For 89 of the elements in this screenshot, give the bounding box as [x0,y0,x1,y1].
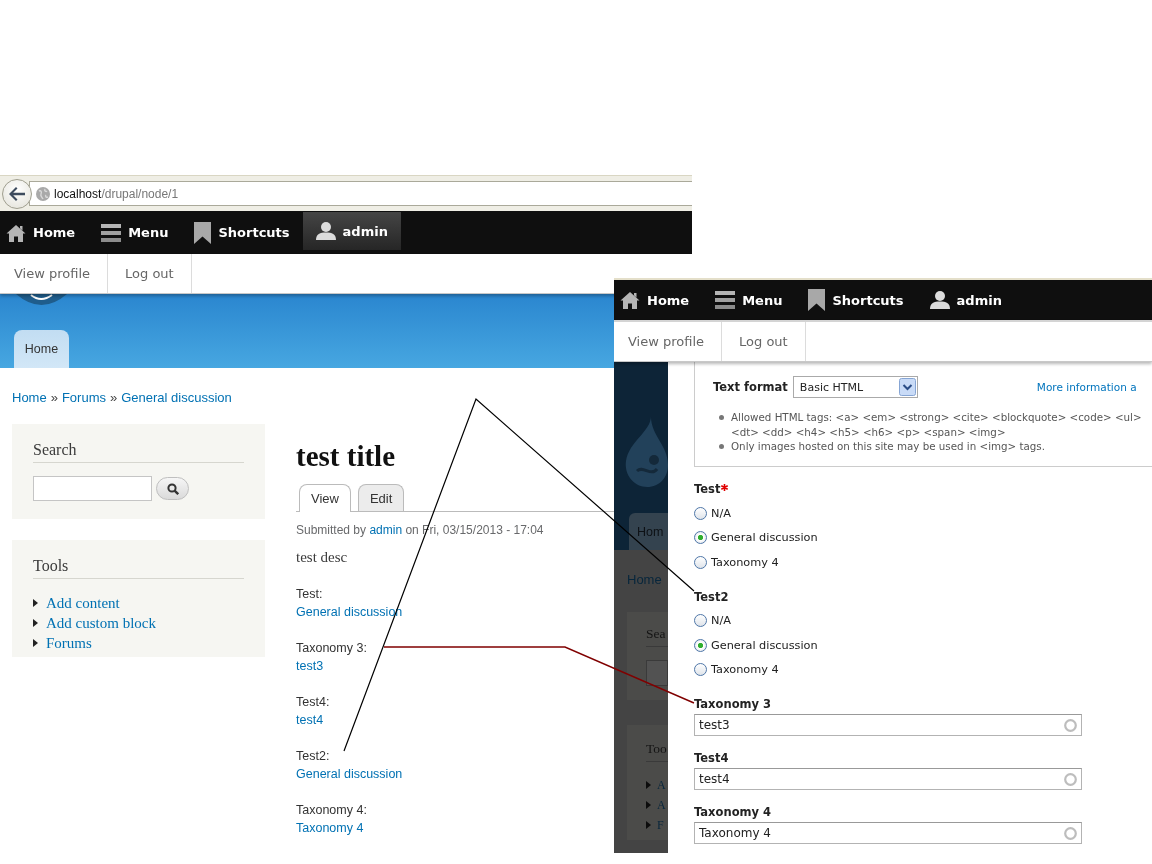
radio-button[interactable] [694,555,707,569]
toolbar-tab[interactable]: Menu [88,211,182,254]
field-value-link[interactable]: Taxonomy 4 [296,819,364,837]
user-icon [315,222,336,240]
bullet-icon [719,444,724,449]
nav-tab[interactable]: Home [14,330,69,368]
radio-button[interactable] [694,638,707,652]
field-value-link[interactable]: test4 [296,711,324,729]
toolbar-tab[interactable]: admin [302,212,401,250]
breadcrumb-link[interactable]: Home [12,390,47,405]
triangle-bullet-icon [646,801,651,809]
help-link[interactable]: More information a [1036,381,1137,393]
field-label: Test [694,482,721,496]
author-link[interactable]: admin [369,523,403,537]
tab[interactable]: View [299,484,351,512]
sidebar-link[interactable]: Add custom block [46,613,156,633]
breadcrumb-link[interactable]: General discussion [121,390,232,405]
format-tip-text: Allowed HTML tags: <a> <em> <strong> <cite> <blockquote> <code> <ul> [731,410,1142,425]
radio-label: General discussion [711,531,818,545]
autocomplete-field[interactable]: test4 [694,768,1082,790]
globe-icon [36,186,50,201]
field-label: Taxonomy 4 [694,805,771,819]
breadcrumb-separator: » [110,390,118,405]
sidebar-link[interactable]: Add content [46,593,120,613]
tab[interactable]: Edit [357,484,405,511]
radio-label: N/A [711,506,731,520]
field-label: Test4: [296,694,330,711]
search-field[interactable] [646,660,668,686]
bullet-icon [719,415,724,420]
radio-button[interactable] [694,614,707,628]
bookmark-icon [808,289,826,311]
format-tip-text: <dt> <dd> <h4> <h5> <h6> <p> <span> <img> [731,424,1007,439]
toolbar-tab[interactable]: admin [916,280,1015,320]
field-value-link[interactable]: test3 [296,657,324,675]
tray-link[interactable]: View profile [614,322,723,361]
ring-icon [1064,772,1077,786]
field-label: Taxonomy 3 [694,697,771,711]
sidebar-link[interactable]: Forums [46,633,92,653]
autocomplete-field[interactable]: Taxonomy 4 [694,822,1082,844]
triangle-bullet-icon [33,619,38,627]
format-tip-text: Only images hosted on this site may be used in <img> tags. [731,439,1045,454]
breadcrumb-link[interactable]: Forums [61,390,106,405]
radio-label: General discussion [711,638,818,652]
triangle-bullet-icon [33,599,38,607]
ring-icon [1064,718,1077,732]
toolbar-tab[interactable]: Shortcuts [181,211,303,254]
toolbar-tab[interactable]: Shortcuts [795,280,917,320]
breadcrumb-separator: » [50,390,58,405]
toolbar-tab[interactable]: Menu [702,280,796,320]
back-button[interactable] [2,178,32,209]
field-label: Test4 [694,751,729,765]
block-title: Search [33,441,244,463]
format-select[interactable]: Basic HTML [792,376,918,398]
radio-label: Taxonomy 4 [711,555,779,569]
bookmark-icon [194,221,212,244]
toolbar-tab[interactable]: Home [614,280,703,320]
triangle-bullet-icon [33,639,38,647]
tray-link[interactable]: Log out [108,254,192,293]
user-icon [929,291,950,309]
field-label: Taxonomy 3: [296,640,367,657]
field-value-link[interactable]: General discussion [296,765,403,783]
home-icon [620,291,640,309]
radio-button[interactable] [694,506,707,520]
radio-button[interactable] [694,531,707,545]
menu-icon [715,291,736,309]
home-icon [6,223,26,242]
field-label: Test2 [694,589,729,604]
field-label: Test: [296,586,323,603]
triangle-bullet-icon [646,781,651,789]
radio-label: Taxonomy 4 [711,663,779,677]
tray-link[interactable]: Log out [722,322,806,361]
page-title: test title [296,439,397,474]
triangle-bullet-icon [646,821,651,829]
search-button[interactable] [156,477,189,500]
url-field[interactable]: localhost/drupal/node/1 [29,181,692,206]
field-label: Text format [713,380,788,394]
ring-icon [1064,826,1077,840]
menu-icon [101,223,122,242]
tray-link[interactable]: View profile [0,254,109,293]
field-label: Taxonomy 4: [296,802,367,819]
autocomplete-field[interactable]: test3 [694,714,1082,736]
arrow-left-icon [9,186,25,201]
block-title: Tools [33,557,244,579]
toolbar-tab[interactable]: Home [0,211,89,254]
body-text: test desc [296,548,349,567]
radio-button[interactable] [694,663,707,677]
field-label: Test2: [296,748,330,765]
radio-label: N/A [711,614,731,628]
search-icon [166,482,179,495]
